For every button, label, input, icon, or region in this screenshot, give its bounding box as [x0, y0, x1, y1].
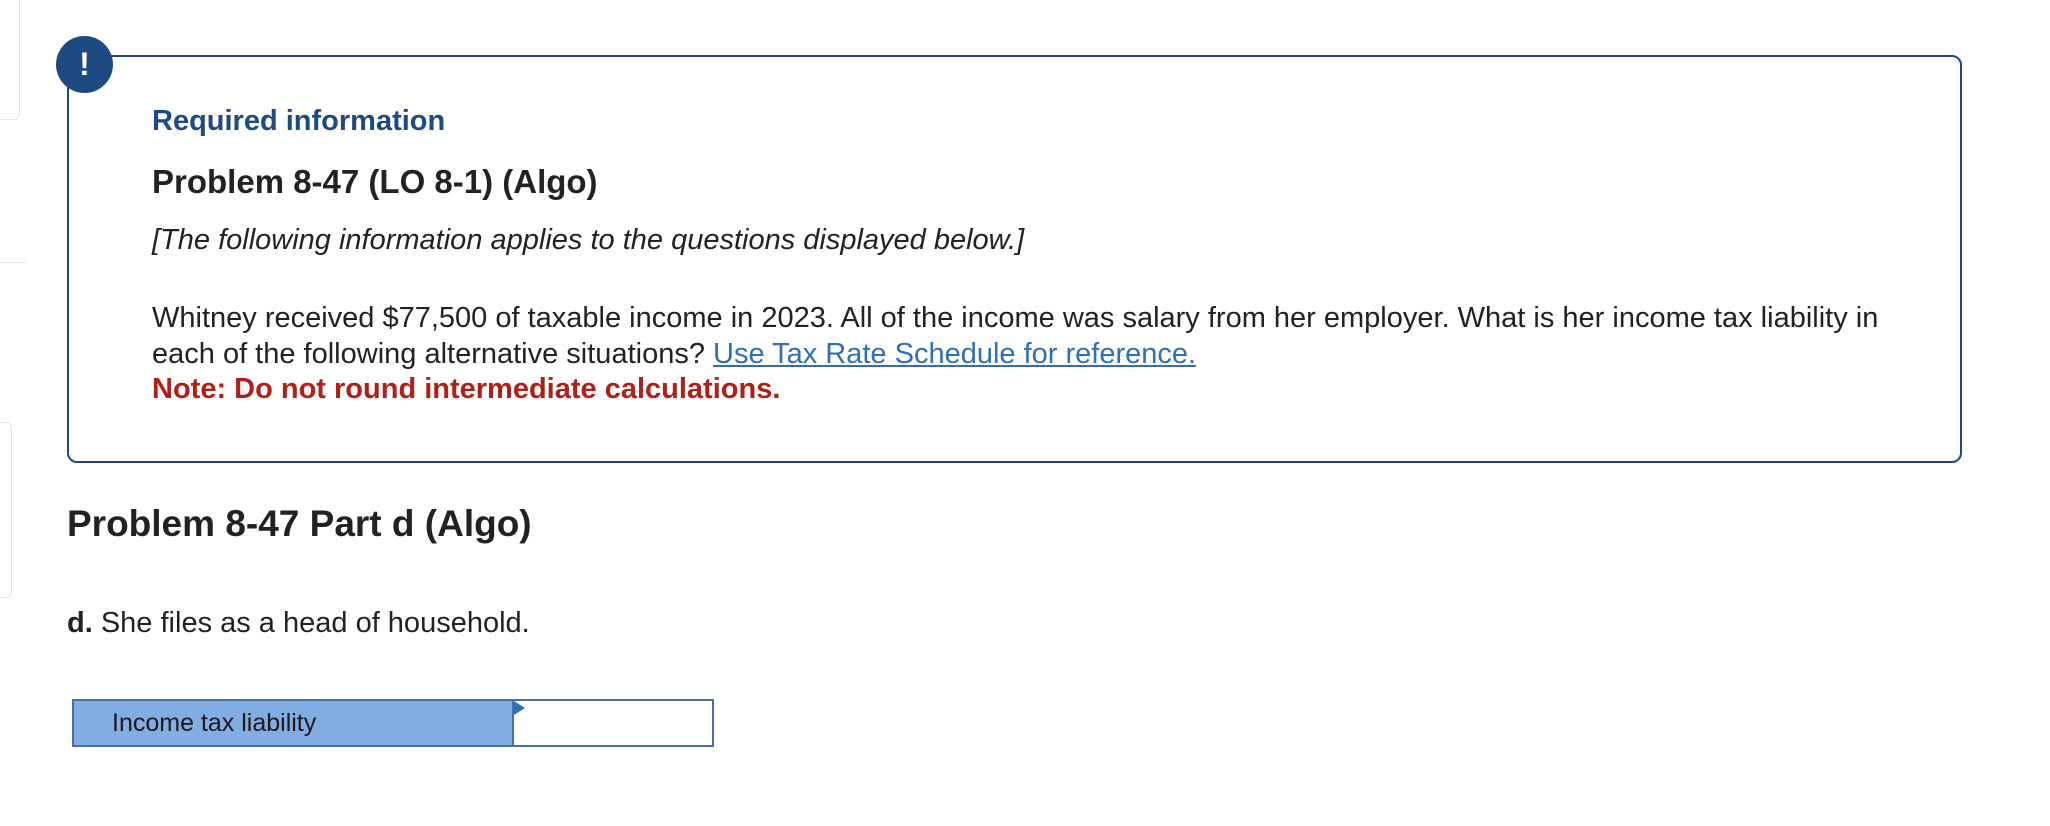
problem-body: Whitney received $77,500 of taxable inco… — [152, 300, 1922, 372]
question-letter: d. — [67, 607, 93, 639]
answer-label: Income tax liability — [74, 701, 514, 745]
question-text: d. She files as a head of household. — [67, 607, 530, 640]
rounding-note: Note: Do not round intermediate calculat… — [152, 373, 781, 405]
required-info-title: Required information — [152, 105, 446, 137]
cell-marker-icon — [514, 701, 525, 715]
answer-cell — [514, 701, 712, 745]
question-body: She files as a head of household. — [92, 607, 530, 639]
answer-row: Income tax liability — [72, 699, 714, 747]
edge-divider — [0, 262, 26, 263]
alert-icon: ! — [56, 36, 113, 93]
applies-note: [The following information applies to th… — [152, 224, 1025, 256]
problem-title: Problem 8-47 (LO 8-1) (Algo) — [152, 163, 598, 200]
part-heading: Problem 8-47 Part d (Algo) — [67, 503, 532, 544]
edge-panel-fragment — [0, 422, 12, 598]
tax-rate-schedule-link[interactable]: Use Tax Rate Schedule for reference. — [713, 338, 1196, 370]
edge-panel-fragment — [0, 0, 20, 120]
income-tax-liability-input[interactable] — [514, 701, 712, 745]
